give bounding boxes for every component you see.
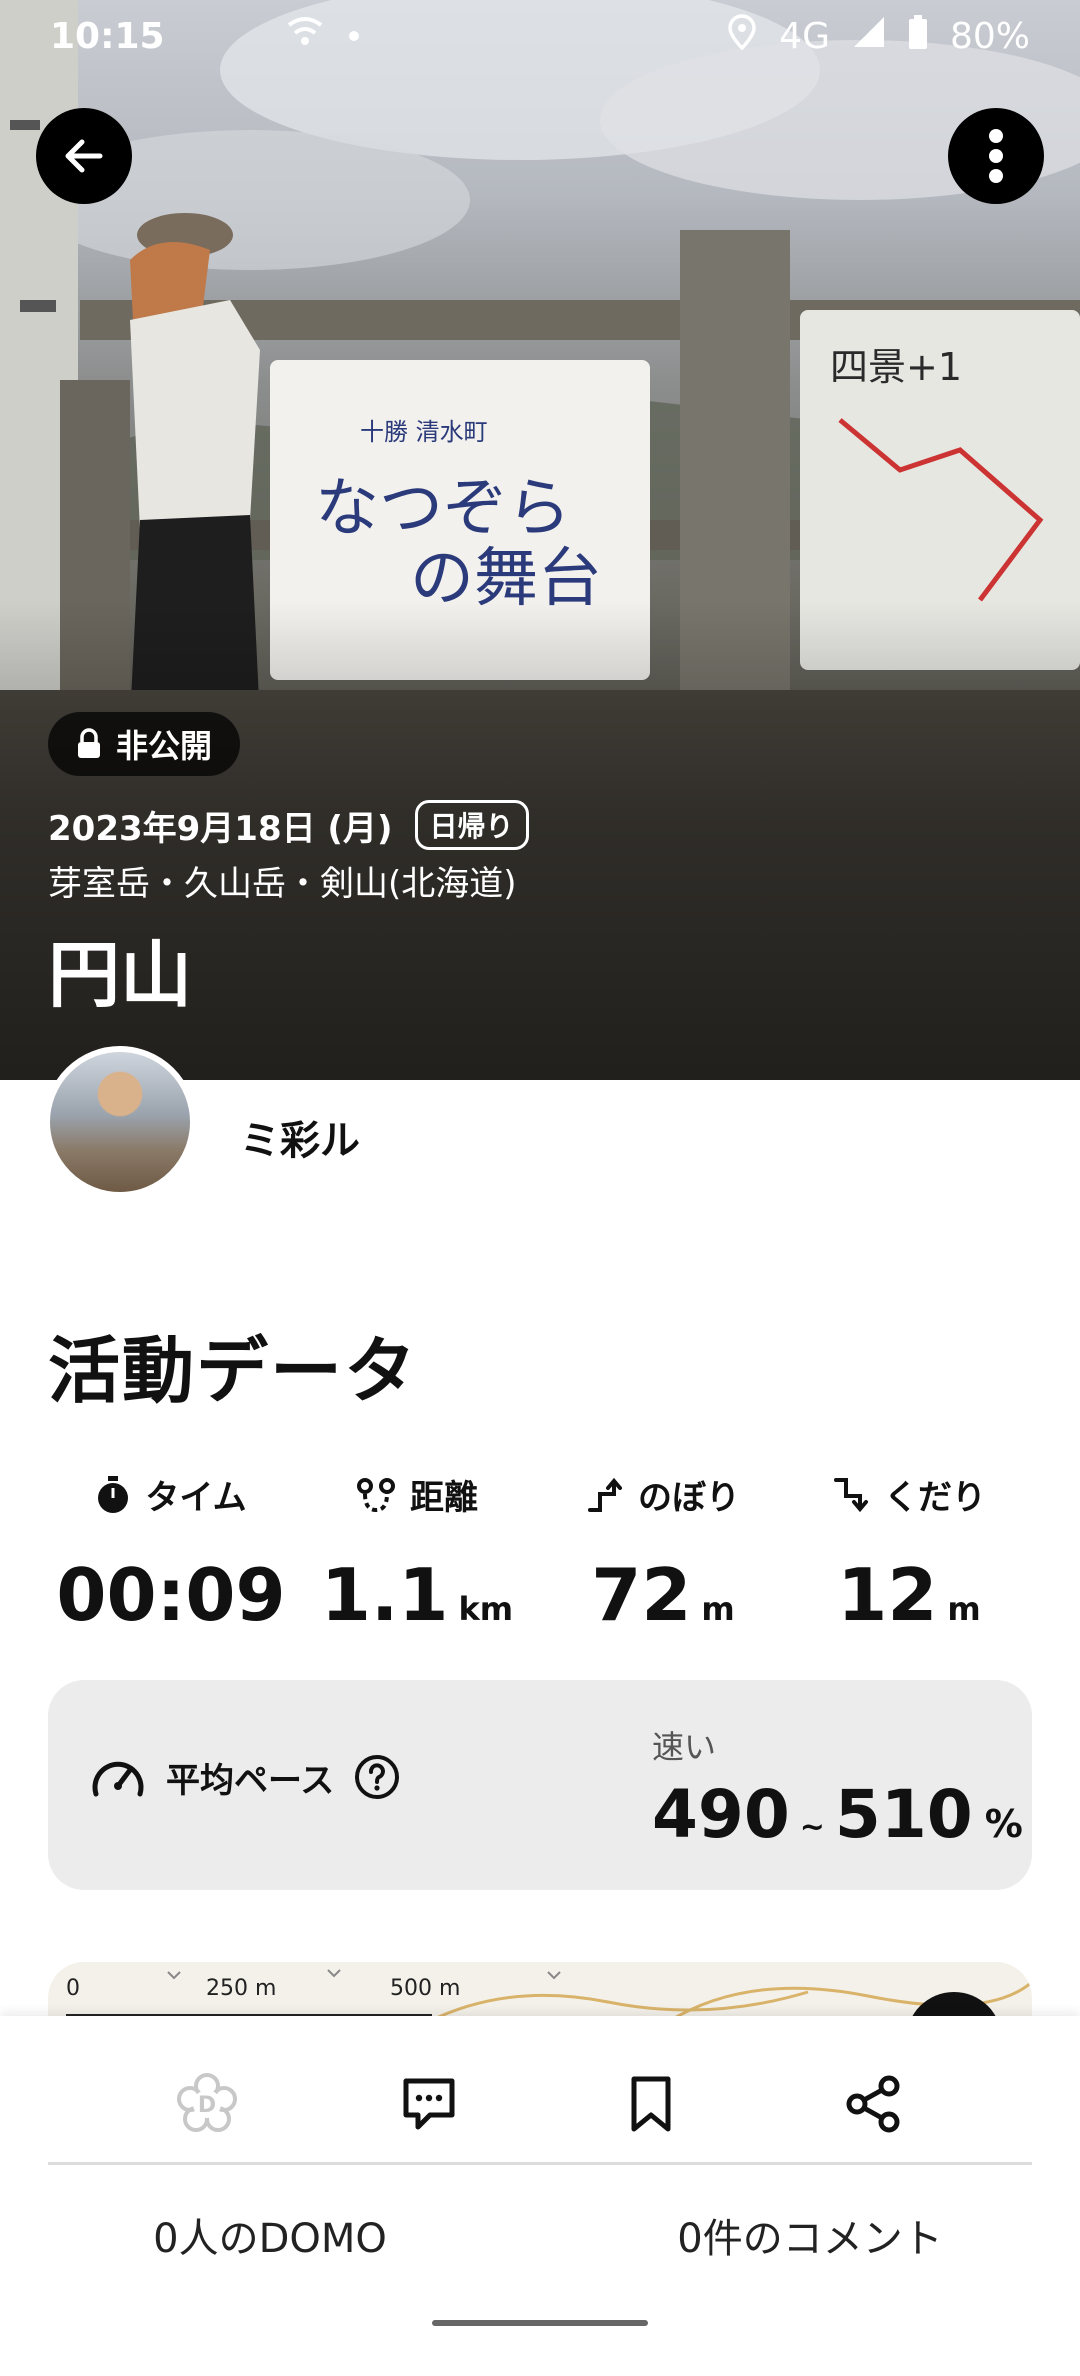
bookmark-icon [631, 2076, 671, 2132]
section-title-activity: 活動データ [48, 1329, 419, 1413]
share-icon [846, 2075, 900, 2133]
sign-text-2: なつぞら [315, 472, 571, 546]
pace-low: 490 [652, 1776, 790, 1853]
stat-ascent: のぼり 72 m [540, 1470, 786, 1637]
back-button[interactable] [36, 108, 132, 204]
pace-high: 510 [834, 1776, 973, 1853]
pace-label: 平均ペース [166, 1760, 335, 1801]
privacy-label: 非公開 [116, 727, 213, 765]
bottom-action-bar: D 0人のDOMO 0件のコメント [0, 2016, 1080, 2376]
page-title: 円山 [48, 933, 193, 1017]
domo-count-link[interactable]: 0人のDOMO [0, 2206, 540, 2264]
activity-stats: タイム 00:09 距離 1.1 km のぼり 72 m くだり 12 m [48, 1470, 1032, 1637]
more-options-button[interactable] [948, 108, 1044, 204]
help-icon[interactable] [354, 1754, 400, 1800]
comment-icon [403, 2078, 455, 2130]
route-pin-icon [357, 1477, 395, 1512]
stat-value: 72 [591, 1553, 692, 1637]
date-row: 2023年9月18日 (月) 日帰り [48, 800, 529, 850]
network-type: 4G [779, 15, 830, 57]
domo-button[interactable]: D [167, 2064, 247, 2144]
ascent-icon [588, 1477, 622, 1512]
lock-icon [78, 728, 100, 758]
stat-unit: km [458, 1590, 514, 1628]
more-vertical-icon [989, 129, 1003, 183]
activity-date: 2023年9月18日 (月) [48, 808, 393, 849]
divider [48, 2162, 1032, 2165]
stat-unit: m [947, 1590, 981, 1628]
bookmark-button[interactable] [611, 2064, 691, 2144]
stat-descent: くだり 12 m [786, 1470, 1032, 1637]
location-icon [727, 13, 757, 59]
stat-value: 1.1 [320, 1553, 449, 1637]
stat-label: くだり [884, 1478, 986, 1518]
share-button[interactable] [833, 2064, 913, 2144]
privacy-badge: 非公開 [48, 712, 241, 776]
user-name[interactable]: ミ彩ル [240, 1108, 360, 1166]
svg-text:D: D [198, 2093, 216, 2118]
arrow-left-icon [65, 139, 103, 173]
stat-label: タイム [145, 1478, 247, 1518]
battery-icon [908, 14, 928, 58]
descent-icon [834, 1477, 868, 1512]
scale-label: 0 [66, 1976, 80, 2001]
wifi-icon [285, 15, 325, 58]
scale-label: 250 m [206, 1976, 277, 2001]
scale-label: 500 m [390, 1976, 461, 2001]
status-bar: 10:15 4G 80% [0, 0, 1080, 72]
stopwatch-icon [98, 1475, 129, 1513]
pace-tilde: ~ [799, 1810, 825, 1845]
stat-label: のぼり [638, 1478, 740, 1518]
speedometer-icon [92, 1761, 144, 1797]
signal-icon [852, 15, 886, 58]
home-indicator[interactable] [432, 2320, 648, 2326]
notification-dot-icon [348, 31, 359, 41]
stat-time: タイム 00:09 [48, 1470, 294, 1637]
comment-count-link[interactable]: 0件のコメント [540, 2206, 1080, 2264]
trip-type-badge: 日帰り [414, 800, 529, 850]
pace-speed-label: 速い [652, 1728, 717, 1766]
avatar[interactable] [44, 1046, 196, 1198]
pace-unit: % [984, 1802, 1023, 1846]
stat-unit: m [701, 1590, 735, 1628]
map-sign-text: 四景+1 [830, 345, 962, 389]
mountain-area[interactable]: 芽室岳・久山岳・剣山(北海道) [48, 856, 517, 905]
domo-flower-icon: D [177, 2073, 237, 2132]
stat-value: 00:09 [56, 1553, 286, 1637]
comment-button[interactable] [389, 2064, 469, 2144]
stat-value: 12 [837, 1553, 938, 1637]
sign-text-1: 十勝 清水町 [360, 418, 488, 446]
pace-range: 490 ~ 510 % [652, 1776, 1023, 1853]
battery-percent: 80% [949, 15, 1030, 57]
status-time: 10:15 [50, 15, 165, 57]
stat-label: 距離 [410, 1478, 478, 1518]
average-pace-card[interactable]: 平均ペース 速い 490 ~ 510 % [48, 1680, 1032, 1890]
stat-distance: 距離 1.1 km [294, 1470, 540, 1637]
track-map[interactable]: 0 250 m 500 m [48, 1962, 1032, 2022]
